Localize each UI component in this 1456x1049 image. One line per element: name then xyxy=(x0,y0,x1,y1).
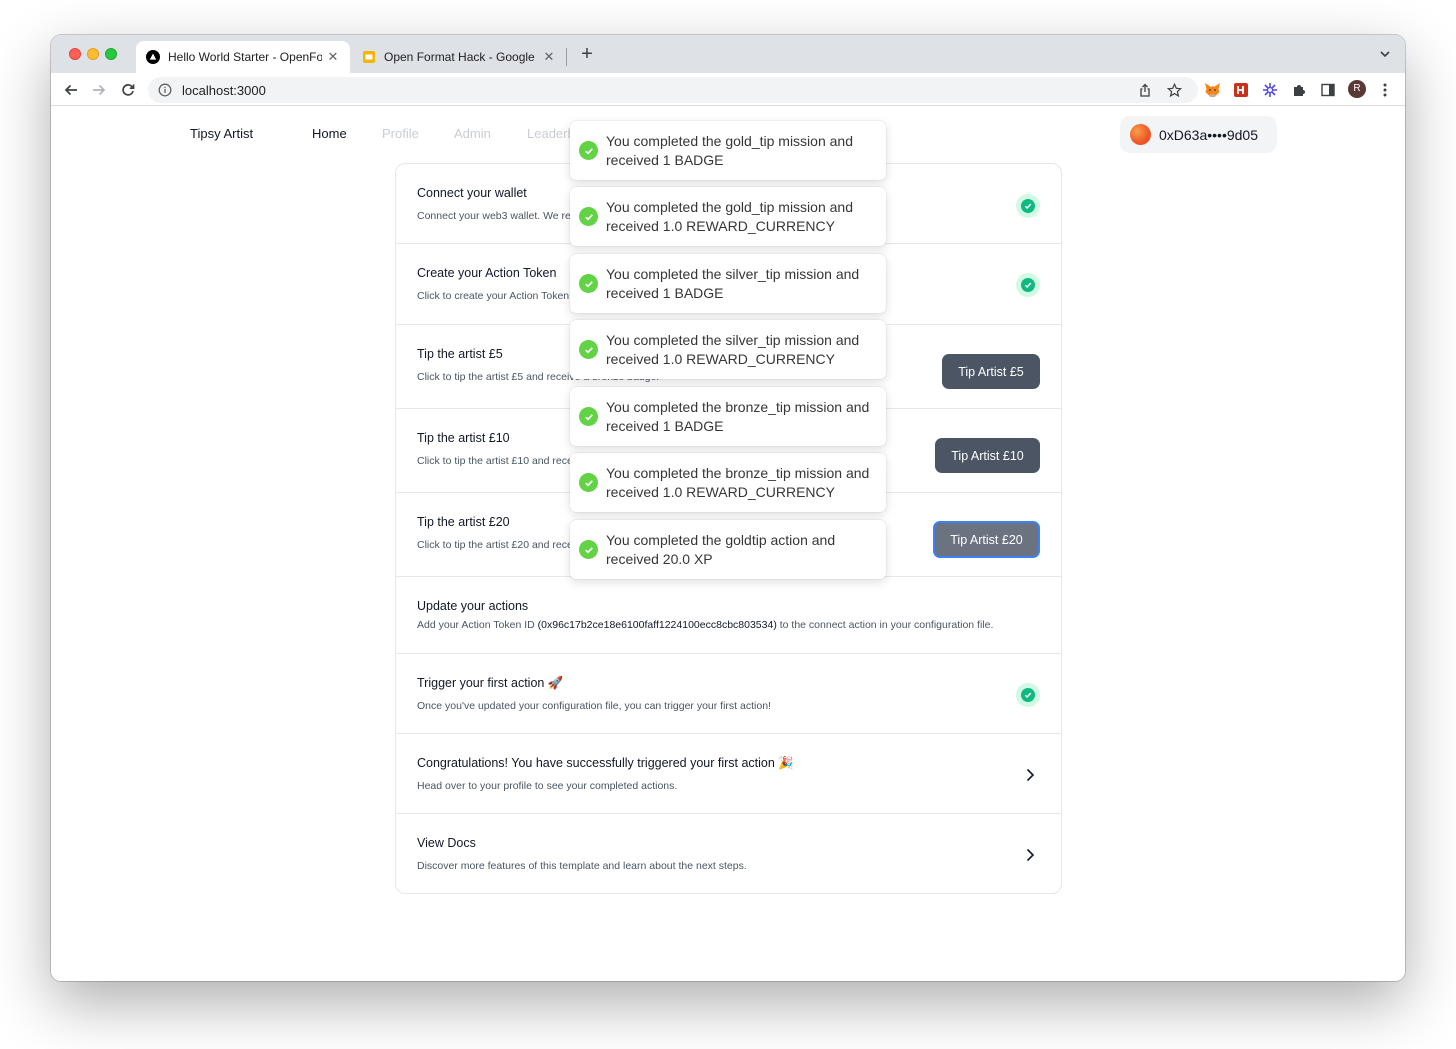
toast-notification: You completed the gold_tip mission and r… xyxy=(570,187,886,246)
step-update-actions: Update your actions Add your Action Toke… xyxy=(396,577,1061,654)
toast-notification: You completed the silver_tip mission and… xyxy=(570,320,886,379)
toast-message: You completed the gold_tip mission and r… xyxy=(606,132,853,168)
puzzle-extensions-icon[interactable] xyxy=(1290,81,1308,99)
back-arrow-icon[interactable] xyxy=(61,80,81,100)
slides-favicon-icon xyxy=(362,50,376,64)
bookmark-star-icon[interactable] xyxy=(1165,81,1183,99)
step-description-suffix: to the connect action in your configurat… xyxy=(776,619,994,631)
new-tab-button[interactable]: + xyxy=(577,44,597,64)
step-title: Tip the artist £5 xyxy=(417,347,503,361)
step-title: Congratulations! You have successfully t… xyxy=(417,756,794,770)
step-description: Discover more features of this template … xyxy=(417,860,747,872)
step-view-docs[interactable]: View Docs Discover more features of this… xyxy=(396,814,1061,894)
step-title: Update your actions xyxy=(417,599,529,613)
completed-check-icon xyxy=(1016,273,1040,297)
toast-message: You completed the goldtip action and rec… xyxy=(606,531,836,567)
toast-notification: You completed the goldtip action and rec… xyxy=(570,520,886,579)
chevron-right-icon[interactable] xyxy=(1023,848,1037,862)
browser-toolbar: localhost:3000 R xyxy=(51,73,1405,106)
success-check-icon xyxy=(579,207,598,226)
step-title: Tip the artist £20 xyxy=(417,515,510,529)
step-title: Tip the artist £10 xyxy=(417,431,510,445)
step-description: Add your Action Token ID (0x96c17b2ce18e… xyxy=(417,619,993,631)
close-tab-icon[interactable]: ✕ xyxy=(542,49,556,65)
success-check-icon xyxy=(579,473,598,492)
nav-link-home[interactable]: Home xyxy=(312,126,347,141)
step-description-prefix: Add your Action Token ID xyxy=(417,619,538,631)
step-description: Once you've updated your configuration f… xyxy=(417,700,771,712)
h-extension-icon[interactable] xyxy=(1232,81,1250,99)
toast-notification: You completed the bronze_tip mission and… xyxy=(570,453,886,512)
forward-arrow-icon[interactable] xyxy=(89,80,109,100)
success-check-icon xyxy=(579,340,598,359)
tip-artist-10-button[interactable]: Tip Artist £10 xyxy=(935,438,1040,473)
site-info-icon[interactable] xyxy=(158,83,172,97)
chevron-right-icon[interactable] xyxy=(1023,768,1037,782)
brand-logo[interactable]: Tipsy Artist xyxy=(190,126,253,141)
step-congratulations[interactable]: Congratulations! You have successfully t… xyxy=(396,734,1061,814)
toast-message: You completed the silver_tip mission and… xyxy=(606,331,860,367)
url-text: localhost:3000 xyxy=(182,82,266,98)
wallet-avatar xyxy=(1130,124,1151,145)
reload-icon[interactable] xyxy=(118,80,138,100)
tip-artist-5-button[interactable]: Tip Artist £5 xyxy=(942,354,1040,389)
minimize-window-button[interactable] xyxy=(87,48,99,60)
step-title: View Docs xyxy=(417,836,476,850)
tab-search-chevron-icon[interactable] xyxy=(1377,46,1393,62)
success-check-icon xyxy=(579,407,598,426)
sparkle-extension-icon[interactable] xyxy=(1261,81,1279,99)
step-title: Connect your wallet xyxy=(417,186,527,200)
tab-strip: Hello World Starter - OpenFormat ✕ Open … xyxy=(51,35,1405,73)
browser-menu-icon[interactable] xyxy=(1376,81,1394,99)
toast-notification: You completed the silver_tip mission and… xyxy=(570,254,886,313)
profile-avatar[interactable]: R xyxy=(1348,80,1366,98)
completed-check-icon xyxy=(1016,683,1040,707)
completed-check-icon xyxy=(1016,194,1040,218)
toast-message: You completed the bronze_tip mission and… xyxy=(606,464,870,500)
step-title: Trigger your first action 🚀 xyxy=(417,676,564,690)
wallet-button[interactable]: 0xD63a••••9d05 xyxy=(1120,116,1277,153)
step-title: Create your Action Token xyxy=(417,266,557,280)
wallet-address: 0xD63a••••9d05 xyxy=(1159,126,1259,143)
nav-link-admin[interactable]: Admin xyxy=(454,126,491,141)
zoom-window-button[interactable] xyxy=(105,48,117,60)
share-icon[interactable] xyxy=(1136,81,1154,99)
step-trigger-first-action: Trigger your first action 🚀 Once you've … xyxy=(396,654,1061,734)
tab-title: Open Format Hack - Google Slides xyxy=(384,50,538,64)
tip-artist-20-button[interactable]: Tip Artist £20 xyxy=(933,521,1040,558)
close-window-button[interactable] xyxy=(69,48,81,60)
toast-message: You completed the bronze_tip mission and… xyxy=(606,398,870,434)
page-content: Tipsy Artist Home Profile Admin Leaderbo… xyxy=(51,107,1405,981)
tab-title: Hello World Starter - OpenFormat xyxy=(168,50,322,64)
close-tab-icon[interactable]: ✕ xyxy=(326,49,340,65)
address-bar[interactable]: localhost:3000 xyxy=(148,77,1198,103)
side-panel-icon[interactable] xyxy=(1319,81,1337,99)
tab-separator xyxy=(566,48,567,66)
vercel-favicon-icon xyxy=(146,50,160,64)
success-check-icon xyxy=(579,274,598,293)
toast-notification: You completed the bronze_tip mission and… xyxy=(570,387,886,446)
step-description: Head over to your profile to see your co… xyxy=(417,780,678,792)
toast-message: You completed the gold_tip mission and r… xyxy=(606,198,853,234)
step-description: Click to create your Action Token. xyxy=(417,290,573,302)
toast-message: You completed the silver_tip mission and… xyxy=(606,265,860,301)
success-check-icon xyxy=(579,540,598,559)
action-token-id: (0x96c17b2ce18e6100faff1224100ecc8cbc803… xyxy=(537,619,777,631)
metamask-extension-icon[interactable] xyxy=(1203,81,1221,99)
tab-hello-world[interactable]: Hello World Starter - OpenFormat ✕ xyxy=(136,41,350,73)
browser-window: Hello World Starter - OpenFormat ✕ Open … xyxy=(51,35,1405,981)
tab-google-slides[interactable]: Open Format Hack - Google Slides ✕ xyxy=(352,41,566,73)
success-check-icon xyxy=(579,141,598,160)
nav-link-profile[interactable]: Profile xyxy=(382,126,419,141)
toast-notification: You completed the gold_tip mission and r… xyxy=(570,121,886,180)
